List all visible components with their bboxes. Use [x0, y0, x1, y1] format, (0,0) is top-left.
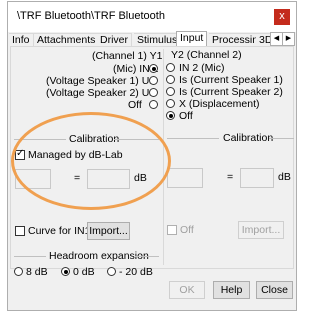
- divider: [269, 138, 294, 139]
- equals-sign: =: [74, 172, 81, 184]
- divider: [14, 139, 66, 140]
- channel2-radio-is1[interactable]: [166, 75, 175, 84]
- import-button[interactable]: Import...: [87, 222, 130, 240]
- tab-input[interactable]: Input: [176, 31, 208, 47]
- channel1-radio-us1[interactable]: [149, 76, 158, 85]
- channel2-option-label: Is (Current Speaker 2): [179, 86, 283, 98]
- channel1-db-input[interactable]: [87, 169, 130, 189]
- db-unit: dB: [278, 171, 291, 183]
- channel1-calibration-input[interactable]: [15, 169, 51, 189]
- tab-strip: Info Attachments Driver Stimulus Input P…: [8, 31, 296, 47]
- channel1-option-label: (Voltage Speaker 2) Us: [46, 87, 155, 99]
- channel2-db-input[interactable]: [240, 168, 274, 188]
- tab-stimulus[interactable]: Stimulus: [134, 33, 182, 46]
- curve-for-in1-checkbox[interactable]: [15, 226, 25, 236]
- channel2-option-label: Off: [179, 110, 193, 122]
- channel2-calibration-label: Calibration: [223, 132, 274, 144]
- dialog-window: \TRF Bluetooth\TRF Bluetooth x Info Atta…: [7, 1, 297, 311]
- close-button[interactable]: Close: [256, 281, 293, 299]
- channel1-option-label: (Voltage Speaker 1) Us: [46, 75, 155, 87]
- channel2-radio-displacement[interactable]: [166, 99, 175, 108]
- channel1-radio-mic[interactable]: [149, 64, 158, 73]
- channel2-off-label: Off: [180, 224, 194, 236]
- tab-info[interactable]: Info: [9, 33, 34, 46]
- channel2-off-checkbox[interactable]: [167, 225, 177, 235]
- channel1-radio-us2[interactable]: [149, 88, 158, 97]
- ok-button[interactable]: OK: [169, 281, 205, 299]
- headroom-label: Headroom expansion: [49, 250, 149, 262]
- channel2-radio-in2[interactable]: [166, 63, 175, 72]
- divider: [14, 256, 46, 257]
- channel1-option-label: Off: [128, 99, 142, 111]
- channel2-import-button[interactable]: Import...: [238, 221, 284, 239]
- close-icon[interactable]: x: [274, 9, 290, 25]
- tab-driver[interactable]: Driver: [97, 33, 132, 46]
- tab-scroll-arrows: ◀ ▶: [270, 32, 295, 46]
- channel2-option-label: X (Displacement): [179, 98, 260, 110]
- help-button[interactable]: Help: [213, 281, 250, 299]
- channel2-radio-off[interactable]: [166, 111, 175, 120]
- divider: [114, 139, 159, 140]
- tab-scroll-right-icon[interactable]: ▶: [282, 32, 295, 46]
- dialog-button-bar: OK Help Close: [8, 271, 296, 311]
- divider: [167, 138, 219, 139]
- channel2-option-label: IN 2 (Mic): [179, 62, 225, 74]
- managed-by-dblab-checkbox[interactable]: [15, 148, 25, 160]
- channel2-calibration-input[interactable]: [167, 168, 203, 188]
- column-divider: [163, 49, 164, 265]
- channel2-header: Y2 (Channel 2): [171, 49, 242, 61]
- equals-sign: =: [227, 171, 234, 183]
- db-unit: dB: [134, 172, 147, 184]
- curve-for-in1-label: Curve for IN1: [28, 225, 91, 237]
- tab-attachments[interactable]: Attachments: [34, 33, 100, 46]
- channel1-header: (Channel 1) Y1: [92, 50, 163, 62]
- divider: [135, 256, 159, 257]
- channel1-radio-off[interactable]: [149, 100, 158, 109]
- channel1-calibration-label: Calibration: [69, 133, 120, 145]
- channel2-radio-is2[interactable]: [166, 87, 175, 96]
- window-title: \TRF Bluetooth\TRF Bluetooth: [17, 10, 165, 22]
- channel2-option-label: Is (Current Speaker 1): [179, 74, 283, 86]
- title-bar[interactable]: \TRF Bluetooth\TRF Bluetooth x: [8, 2, 296, 32]
- managed-by-dblab-label: Managed by dB-Lab: [28, 149, 123, 161]
